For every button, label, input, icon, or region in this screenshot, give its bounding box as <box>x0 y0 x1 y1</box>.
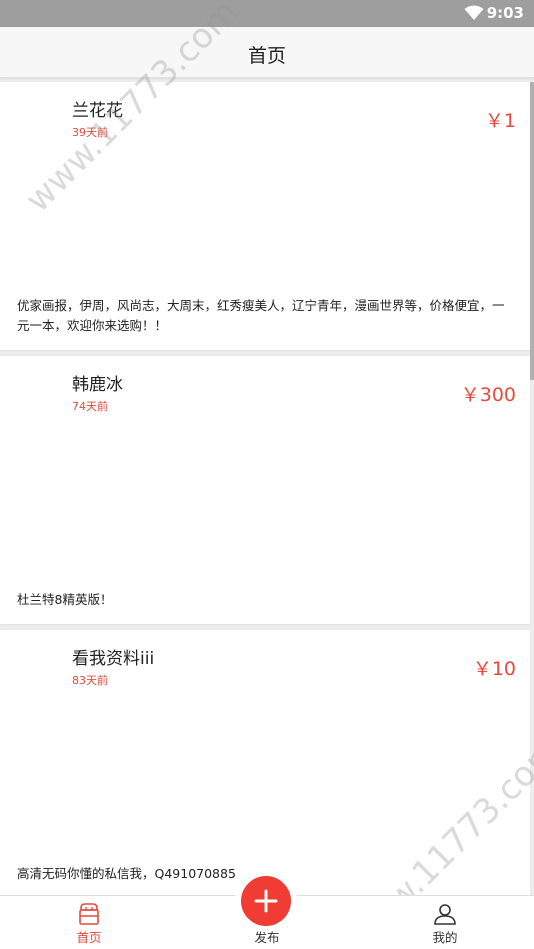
post-time: 39天前 <box>72 126 108 139</box>
nav-home-label: 首页 <box>76 930 102 945</box>
user-icon <box>434 904 456 925</box>
post-time: 83天前 <box>72 674 108 687</box>
nav-mine-label: 我的 <box>432 930 458 945</box>
page-title: 首页 <box>247 45 286 67</box>
post-username[interactable]: 兰花花 <box>72 96 123 121</box>
post-username[interactable]: 看我资料iii <box>72 644 154 669</box>
nav-publish-label[interactable]: 发布 <box>227 927 307 946</box>
post-price: ￥1 <box>484 110 516 132</box>
status-time: 9:03 <box>486 4 524 22</box>
post-description: 杜兰特8精英版！ <box>17 592 113 607</box>
post-price: ￥10 <box>472 658 516 680</box>
publish-button[interactable] <box>241 876 291 926</box>
post-card[interactable]: 看我资料iii 83天前 ￥10 高清无码你懂的私信我，Q491070885 <box>0 630 530 898</box>
nav-mine[interactable]: 我的 <box>405 902 485 946</box>
app-screen: 9:03 首页 兰花花 39天前 ￥1 优家画报，伊周，风尚志，大周末，红秀瘦美… <box>0 0 534 949</box>
post-username[interactable]: 韩鹿冰 <box>72 370 123 395</box>
nav-home[interactable]: 首页 <box>49 902 129 946</box>
home-icon <box>79 903 99 925</box>
wifi-icon <box>464 5 484 20</box>
post-price: ￥300 <box>460 384 516 406</box>
plus-icon <box>254 889 278 913</box>
status-bar: 9:03 <box>0 0 534 27</box>
post-time: 74天前 <box>72 400 108 413</box>
post-feed[interactable]: 兰花花 39天前 ￥1 优家画报，伊周，风尚志，大周末，红秀瘦美人，辽宁青年，漫… <box>0 82 530 949</box>
post-card[interactable]: 韩鹿冰 74天前 ￥300 杜兰特8精英版！ <box>0 356 530 624</box>
post-card[interactable]: 兰花花 39天前 ￥1 优家画报，伊周，风尚志，大周末，红秀瘦美人，辽宁青年，漫… <box>0 82 530 350</box>
post-description: 优家画报，伊周，风尚志，大周末，红秀瘦美人，辽宁青年，漫画世界等，价格便宜，一元… <box>17 298 505 333</box>
title-bar: 首页 <box>0 27 534 78</box>
scrollbar[interactable] <box>530 82 534 380</box>
